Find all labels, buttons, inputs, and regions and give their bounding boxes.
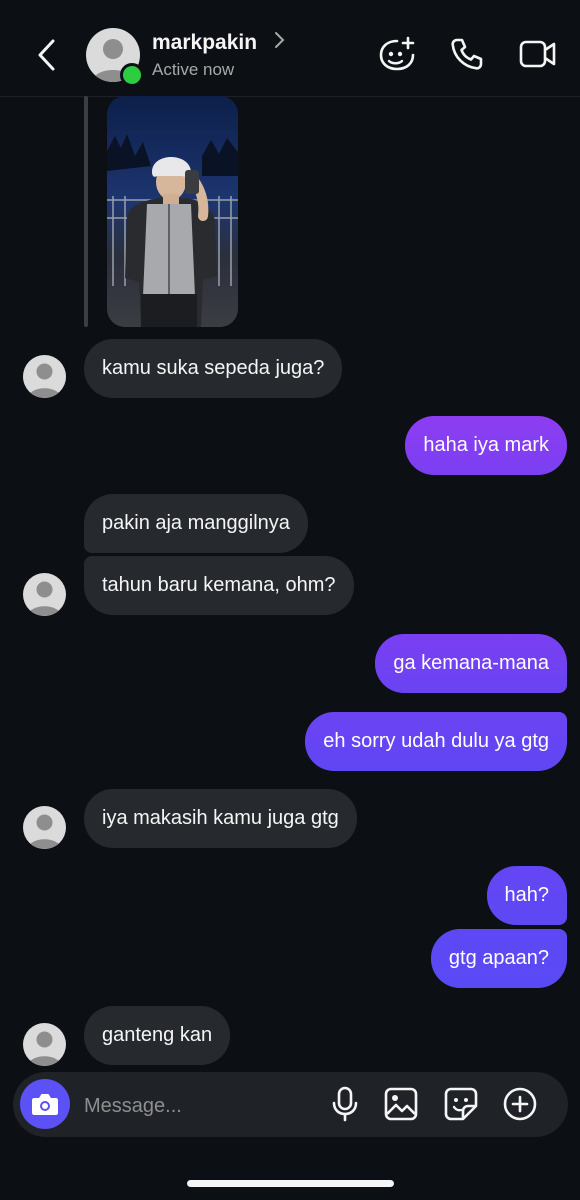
more-options-button[interactable] [499,1083,541,1125]
contact-avatar[interactable] [23,573,66,616]
sticker-icon [444,1087,478,1121]
video-camera-icon [519,40,556,68]
default-avatar-icon [28,581,61,616]
camera-button[interactable] [20,1079,70,1129]
online-indicator [120,63,144,87]
back-arrow-icon [38,39,55,71]
incoming-message[interactable]: pakin aja manggilnya [84,494,308,553]
gallery-icon [384,1087,418,1121]
reply-indicator-bar [84,96,88,327]
contact-username[interactable]: markpakin [152,31,257,55]
chevron-right-icon[interactable] [274,30,286,56]
add-effect-icon [379,36,415,71]
incoming-message[interactable]: kamu suka sepeda juga? [84,339,343,398]
chat-header: markpakin Active now [0,0,580,97]
add-effect-button[interactable] [377,34,417,74]
contact-avatar[interactable] [23,1023,66,1066]
outgoing-message[interactable]: eh sorry udah dulu ya gtg [305,712,567,771]
voice-message-button[interactable] [324,1083,366,1125]
active-status: Active now [152,60,235,79]
phone-icon [451,38,483,70]
default-avatar-icon [28,1031,61,1066]
mirror-selfie-image [107,96,238,327]
incoming-message[interactable]: ganteng kan [84,1006,231,1065]
home-indicator[interactable] [187,1180,394,1187]
shared-photo[interactable] [107,96,238,327]
back-button[interactable] [28,30,64,80]
outgoing-message[interactable]: gtg apaan? [430,929,567,988]
incoming-message[interactable]: iya makasih kamu juga gtg [84,789,357,848]
contact-avatar[interactable] [23,355,66,398]
outgoing-message[interactable]: ga kemana-mana [375,634,567,693]
camera-icon [32,1094,58,1115]
video-call-button[interactable] [518,34,558,74]
outgoing-message[interactable]: haha iya mark [405,416,567,475]
contact-avatar[interactable] [23,806,66,849]
plus-icon [503,1087,537,1121]
outgoing-message[interactable]: hah? [486,866,567,925]
voice-call-button[interactable] [447,34,487,74]
incoming-message[interactable]: tahun baru kemana, ohm? [84,556,354,615]
microphone-icon [332,1086,358,1122]
gallery-button[interactable] [380,1083,422,1125]
default-avatar-icon [28,363,61,398]
default-avatar-icon [28,814,61,849]
sticker-button[interactable] [440,1083,482,1125]
message-input[interactable] [84,1089,304,1123]
